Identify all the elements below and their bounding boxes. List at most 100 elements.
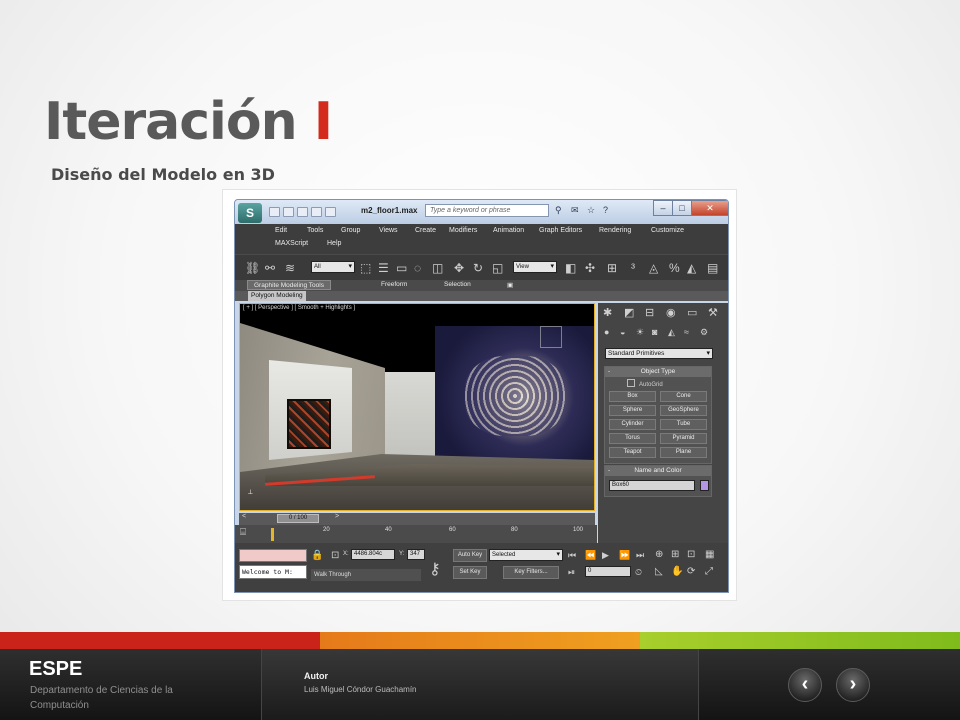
select-object-icon[interactable]: ⬚	[360, 261, 371, 275]
maximize-viewport-icon[interactable]: ⤢	[705, 565, 713, 579]
app-logo-icon[interactable]: S	[238, 203, 262, 223]
menu-graph-editors[interactable]: Graph Editors	[539, 227, 582, 234]
pan-view-icon[interactable]: ✋	[671, 565, 683, 579]
rotate-icon[interactable]: ↻	[473, 261, 483, 275]
time-configuration-icon[interactable]: ⏲	[635, 565, 642, 579]
save-file-icon[interactable]	[297, 207, 308, 217]
key-filters-button[interactable]: Key Filters...	[503, 566, 559, 579]
selection-filter-select[interactable]: All	[311, 261, 355, 273]
zoom-extents-icon[interactable]: ⊡	[687, 548, 695, 562]
lock-selection-icon[interactable]: 🔒	[311, 549, 323, 563]
ribbon-toggle-icon[interactable]: ▣	[507, 281, 513, 289]
select-link-icon[interactable]: ⛓	[245, 261, 260, 275]
binoculars-icon[interactable]: ⚲	[555, 205, 562, 216]
sphere-button[interactable]: Sphere	[609, 405, 656, 416]
tab-graphite-modeling-tools[interactable]: Graphite Modeling Tools	[247, 280, 331, 290]
key-mode-select[interactable]: Selected	[489, 549, 563, 561]
current-frame-field[interactable]: 0	[585, 566, 631, 577]
previous-slide-button[interactable]: ‹	[788, 668, 822, 702]
modify-tab-icon[interactable]: ◩	[624, 306, 634, 319]
shapes-icon[interactable]: ◒	[620, 327, 625, 337]
zoom-extents-all-icon[interactable]: ▦	[705, 548, 714, 562]
space-warps-icon[interactable]: ≈	[684, 327, 689, 337]
geosphere-button[interactable]: GeoSphere	[660, 405, 707, 416]
object-color-swatch[interactable]	[700, 480, 709, 491]
open-file-icon[interactable]	[283, 207, 294, 217]
hierarchy-tab-icon[interactable]: ⊟	[645, 306, 654, 319]
pyramid-button[interactable]: Pyramid	[660, 433, 707, 444]
help-icon[interactable]: ?	[603, 205, 608, 215]
spinner-snap-icon[interactable]: ◭	[687, 261, 696, 275]
unlink-icon[interactable]: ⚯	[265, 261, 275, 275]
set-key-icon[interactable]: ⚷	[429, 562, 441, 578]
y-coordinate-field[interactable]: 347	[407, 549, 425, 560]
pivot-center-icon[interactable]: ◧	[565, 261, 576, 275]
autogrid-checkbox[interactable]: AutoGrid	[605, 379, 711, 389]
select-manipulate-icon[interactable]: ✣	[585, 261, 595, 275]
zoom-icon[interactable]: ⊕	[655, 548, 663, 562]
menu-group[interactable]: Group	[341, 227, 360, 234]
search-input[interactable]: Type a keyword or phrase	[425, 204, 549, 217]
favorites-icon[interactable]: ☆	[587, 205, 595, 216]
object-name-field[interactable]: Box60	[609, 480, 695, 491]
next-slide-button[interactable]: ›	[836, 668, 870, 702]
box-button[interactable]: Box	[609, 391, 656, 402]
undo-icon[interactable]	[311, 207, 322, 217]
menu-tools[interactable]: Tools	[307, 227, 323, 234]
percent-snap-icon[interactable]: %	[669, 261, 680, 275]
play-icon[interactable]: ▶	[602, 548, 609, 562]
key-mode-toggle-icon[interactable]: ⏯	[568, 565, 575, 579]
motion-tab-icon[interactable]: ◉	[666, 306, 676, 319]
angle-snap-icon[interactable]: ◬	[649, 261, 658, 275]
move-icon[interactable]: ✥	[454, 261, 464, 275]
close-button[interactable]: ✕	[691, 200, 728, 216]
reference-coordinate-select[interactable]: View	[513, 261, 557, 273]
create-tab-icon[interactable]: ✱	[603, 306, 612, 319]
window-crossing-icon[interactable]: ◫	[432, 261, 443, 275]
menu-modifiers[interactable]: Modifiers	[449, 227, 477, 234]
timeline-next-icon[interactable]: >	[335, 513, 339, 520]
category-select[interactable]: Standard Primitives	[605, 348, 713, 359]
curve-editor-icon[interactable]: ⌸	[240, 526, 246, 540]
menu-help[interactable]: Help	[327, 240, 341, 247]
keyboard-shortcut-icon[interactable]: ⊞	[607, 261, 617, 275]
x-coordinate-field[interactable]: 4486.804c	[351, 549, 395, 560]
rect-selection-icon[interactable]: ▭	[396, 261, 407, 275]
menu-edit[interactable]: Edit	[275, 227, 287, 234]
name-and-color-header[interactable]: Name and Color	[605, 466, 711, 476]
named-selection-icon[interactable]: ▤	[707, 261, 718, 275]
go-to-end-icon[interactable]: ⏭	[636, 548, 644, 562]
lights-icon[interactable]: ☀	[636, 327, 644, 338]
menu-maxscript[interactable]: MAXScript	[275, 240, 308, 247]
bind-spacewarp-icon[interactable]: ≋	[285, 261, 295, 275]
lasso-selection-icon[interactable]: ◌	[414, 261, 421, 275]
time-slider-track[interactable]: < 0 / 100 >	[239, 513, 595, 525]
viewport-label[interactable]: [ + ] [ Perspective ] [ Smooth + Highlig…	[243, 305, 355, 311]
current-frame-marker[interactable]	[271, 528, 274, 541]
helpers-icon[interactable]: ◭	[668, 327, 675, 338]
maxscript-console[interactable]: Welcome to M:	[239, 565, 307, 579]
zoom-all-icon[interactable]: ⊞	[671, 548, 679, 562]
menu-create[interactable]: Create	[415, 227, 436, 234]
set-key-button[interactable]: Set Key	[453, 566, 487, 579]
menu-views[interactable]: Views	[379, 227, 398, 234]
maxscript-listener-mini[interactable]	[239, 549, 307, 562]
go-to-start-icon[interactable]: ⏮	[568, 548, 576, 562]
snaps-toggle-icon[interactable]: ³	[631, 261, 635, 275]
select-by-name-icon[interactable]: ☰	[378, 261, 389, 275]
orbit-icon[interactable]: ⟳	[687, 565, 695, 579]
track-bar[interactable]: ⌸ 20 40 60 80 100	[235, 525, 597, 543]
previous-frame-icon[interactable]: ⏪	[585, 548, 596, 562]
cone-button[interactable]: Cone	[660, 391, 707, 402]
scale-icon[interactable]: ◱	[492, 261, 503, 275]
display-tab-icon[interactable]: ▭	[687, 306, 697, 319]
utilities-tab-icon[interactable]: ⚒	[708, 306, 718, 319]
tube-button[interactable]: Tube	[660, 419, 707, 430]
perspective-viewport[interactable]: [ + ] [ Perspective ] [ Smooth + Highlig…	[239, 303, 595, 511]
menu-customize[interactable]: Customize	[651, 227, 684, 234]
communication-icon[interactable]: ✉	[571, 205, 579, 216]
teapot-button[interactable]: Teapot	[609, 447, 656, 458]
tab-selection[interactable]: Selection	[444, 281, 471, 288]
timeline-prev-icon[interactable]: <	[242, 513, 246, 520]
tab-freeform[interactable]: Freeform	[381, 281, 407, 288]
